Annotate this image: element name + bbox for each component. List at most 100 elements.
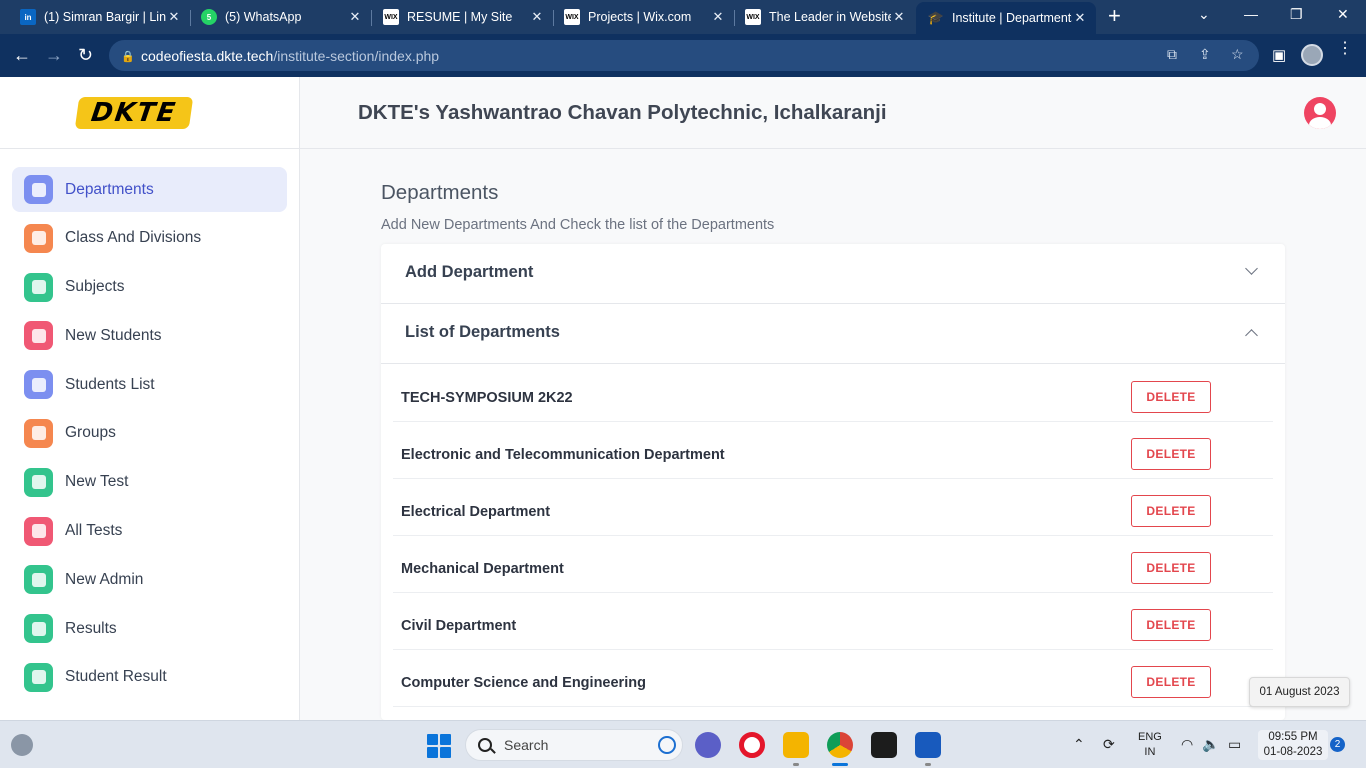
side-panel-icon[interactable]: ▣ — [1272, 46, 1286, 64]
bing-icon[interactable] — [658, 736, 676, 754]
volume-icon[interactable]: 🔈 — [1202, 736, 1219, 753]
file-explorer-icon[interactable] — [783, 732, 809, 758]
sync-icon[interactable]: ⟳ — [1103, 736, 1115, 753]
teams-chat-icon[interactable] — [695, 732, 721, 758]
close-icon[interactable]: ✕ — [347, 9, 363, 25]
delete-department-button[interactable]: DELETE — [1131, 438, 1211, 470]
chrome-icon[interactable] — [827, 732, 853, 758]
sidebar-item-students-list[interactable]: Students List — [12, 362, 287, 407]
sidebar-item-label: New Test — [65, 473, 129, 491]
tab-projects[interactable]: WIX Projects | Wix.com ✕ — [544, 0, 734, 34]
url-path: /institute-section/index.php — [273, 47, 440, 64]
document-icon — [24, 516, 53, 546]
restore-button[interactable]: ❐ — [1290, 6, 1303, 23]
battery-icon[interactable]: ▭ — [1228, 736, 1241, 753]
sidebar-item-label: All Tests — [65, 522, 123, 540]
chevron-down-icon[interactable] — [1245, 262, 1258, 275]
delete-department-button[interactable]: DELETE — [1131, 381, 1211, 413]
clock-time: 09:55 PM — [1268, 731, 1318, 743]
tab-resume[interactable]: WIX RESUME | My Site ✕ — [363, 0, 553, 34]
add-department-accordion[interactable]: Add Department — [381, 244, 1285, 304]
sidebar-item-results[interactable]: Results — [12, 606, 287, 651]
delete-department-button[interactable]: DELETE — [1131, 666, 1211, 698]
taskbar-clock[interactable]: 09:55 PM 01-08-2023 — [1258, 730, 1328, 760]
tab-institute-active[interactable]: 🎓 Institute | Departments ✕ — [916, 2, 1096, 34]
close-icon[interactable]: ✕ — [891, 9, 907, 25]
close-icon[interactable]: ✕ — [166, 9, 182, 25]
lock-icon[interactable]: 🔒 — [121, 50, 135, 63]
search-icon — [478, 738, 492, 752]
department-row: Electronic and Telecommunication Departm… — [393, 422, 1273, 479]
wifi-icon[interactable]: ◠ — [1181, 736, 1193, 753]
grid-icon — [24, 223, 53, 253]
notification-badge[interactable]: 2 — [1330, 737, 1345, 752]
close-icon[interactable]: ✕ — [529, 9, 545, 25]
department-list: TECH-SYMPOSIUM 2K22 DELETE Electronic and … — [393, 365, 1273, 707]
sidebar-item-subjects[interactable]: Subjects — [12, 265, 287, 310]
sidebar-item-label: New Students — [65, 326, 162, 344]
sidebar-item-new-students[interactable]: New Students — [12, 313, 287, 358]
opera-icon[interactable] — [739, 732, 765, 758]
address-bar[interactable]: 🔒 codeofiesta.dkte.tech/institute-sectio… — [109, 40, 1259, 71]
reload-button[interactable]: ↻ — [78, 43, 93, 67]
window-close-button[interactable]: ✕ — [1337, 6, 1349, 23]
browser-toolbar: ← → ↻ 🔒 codeofiesta.dkte.tech/institute-… — [0, 34, 1366, 77]
logo-text: DKTE — [89, 98, 179, 128]
chevron-up-icon[interactable] — [1245, 329, 1258, 342]
screen-icon — [24, 467, 53, 497]
tab-whatsapp[interactable]: 5 (5) WhatsApp ✕ — [181, 0, 371, 34]
person-icon — [24, 565, 53, 595]
share-icon[interactable]: ⇪ — [1199, 46, 1211, 63]
sidebar-item-new-test[interactable]: New Test — [12, 460, 287, 505]
departments-card: Add Department List of Departments TECH-… — [381, 244, 1285, 720]
language-indicator[interactable]: ENG IN — [1138, 730, 1162, 760]
sidebar-item-groups[interactable]: Groups — [12, 411, 287, 456]
taskbar-search[interactable]: Search — [465, 729, 683, 761]
sidebar-item-all-tests[interactable]: All Tests — [12, 509, 287, 554]
department-name: Electronic and Telecommunication Departm… — [401, 447, 725, 463]
sidebar-item-departments[interactable]: Departments — [12, 167, 287, 212]
word-icon[interactable] — [915, 732, 941, 758]
delete-department-button[interactable]: DELETE — [1131, 495, 1211, 527]
minimize-button[interactable]: — — [1244, 6, 1258, 22]
page-title: Departments — [381, 181, 499, 204]
delete-department-button[interactable]: DELETE — [1131, 609, 1211, 641]
sidebar-item-new-admin[interactable]: New Admin — [12, 557, 287, 602]
profile-avatar[interactable] — [1301, 44, 1323, 66]
sidebar-item-class-and-divisions[interactable]: Class And Divisions — [12, 216, 287, 261]
page-subtitle: Add New Departments And Check the list o… — [381, 217, 775, 233]
screen-recorder-icon[interactable] — [871, 732, 897, 758]
sidebar-item-label: Subjects — [65, 278, 125, 296]
tab-title: Institute | Departments — [952, 11, 1072, 25]
url-text: codeofiesta.dkte.tech/institute-section/… — [141, 48, 439, 64]
tab-linkedin[interactable]: in (1) Simran Bargir | LinkedIn ✕ — [0, 0, 190, 34]
institute-title: DKTE's Yashwantrao Chavan Polytechnic, I… — [358, 101, 887, 124]
dkte-logo[interactable]: DKTE — [74, 97, 194, 129]
delete-department-button[interactable]: DELETE — [1131, 552, 1211, 584]
back-button[interactable]: ← — [13, 43, 31, 67]
user-avatar-icon[interactable] — [1304, 97, 1336, 129]
tab-wix-leader[interactable]: WIX The Leader in Website Builder ✕ — [725, 0, 915, 34]
browser-menu-icon[interactable]: ⋮ — [1337, 41, 1353, 57]
tab-search-dropdown-icon[interactable]: ⌄ — [1198, 6, 1210, 23]
page-header: DKTE's Yashwantrao Chavan Polytechnic, I… — [300, 77, 1366, 149]
wix-icon: WIX — [383, 9, 399, 25]
bar-chart-icon — [24, 662, 53, 692]
tab-title: The Leader in Website Builder — [769, 10, 891, 24]
close-icon[interactable]: ✕ — [1072, 10, 1088, 26]
whatsapp-icon: 5 — [201, 9, 217, 25]
sidebar-item-student-result[interactable]: Student Result — [12, 655, 287, 700]
bookmark-star-icon[interactable]: ☆ — [1231, 46, 1244, 63]
date-tooltip: 01 August 2023 — [1249, 677, 1350, 707]
show-hidden-icons-chevron-icon[interactable]: ⌃ — [1073, 736, 1085, 753]
list-departments-accordion[interactable]: List of Departments — [381, 304, 1285, 364]
people-icon — [24, 370, 53, 400]
windows-start-icon[interactable] — [427, 734, 451, 758]
new-tab-button[interactable]: + — [1108, 5, 1121, 27]
list-departments-title: List of Departments — [405, 323, 560, 341]
weather-widget-icon[interactable] — [11, 734, 33, 756]
graduation-cap-icon: 🎓 — [927, 10, 945, 25]
close-icon[interactable]: ✕ — [710, 9, 726, 25]
translate-icon[interactable]: ⧉ — [1167, 46, 1177, 63]
forward-button[interactable]: → — [45, 43, 63, 67]
